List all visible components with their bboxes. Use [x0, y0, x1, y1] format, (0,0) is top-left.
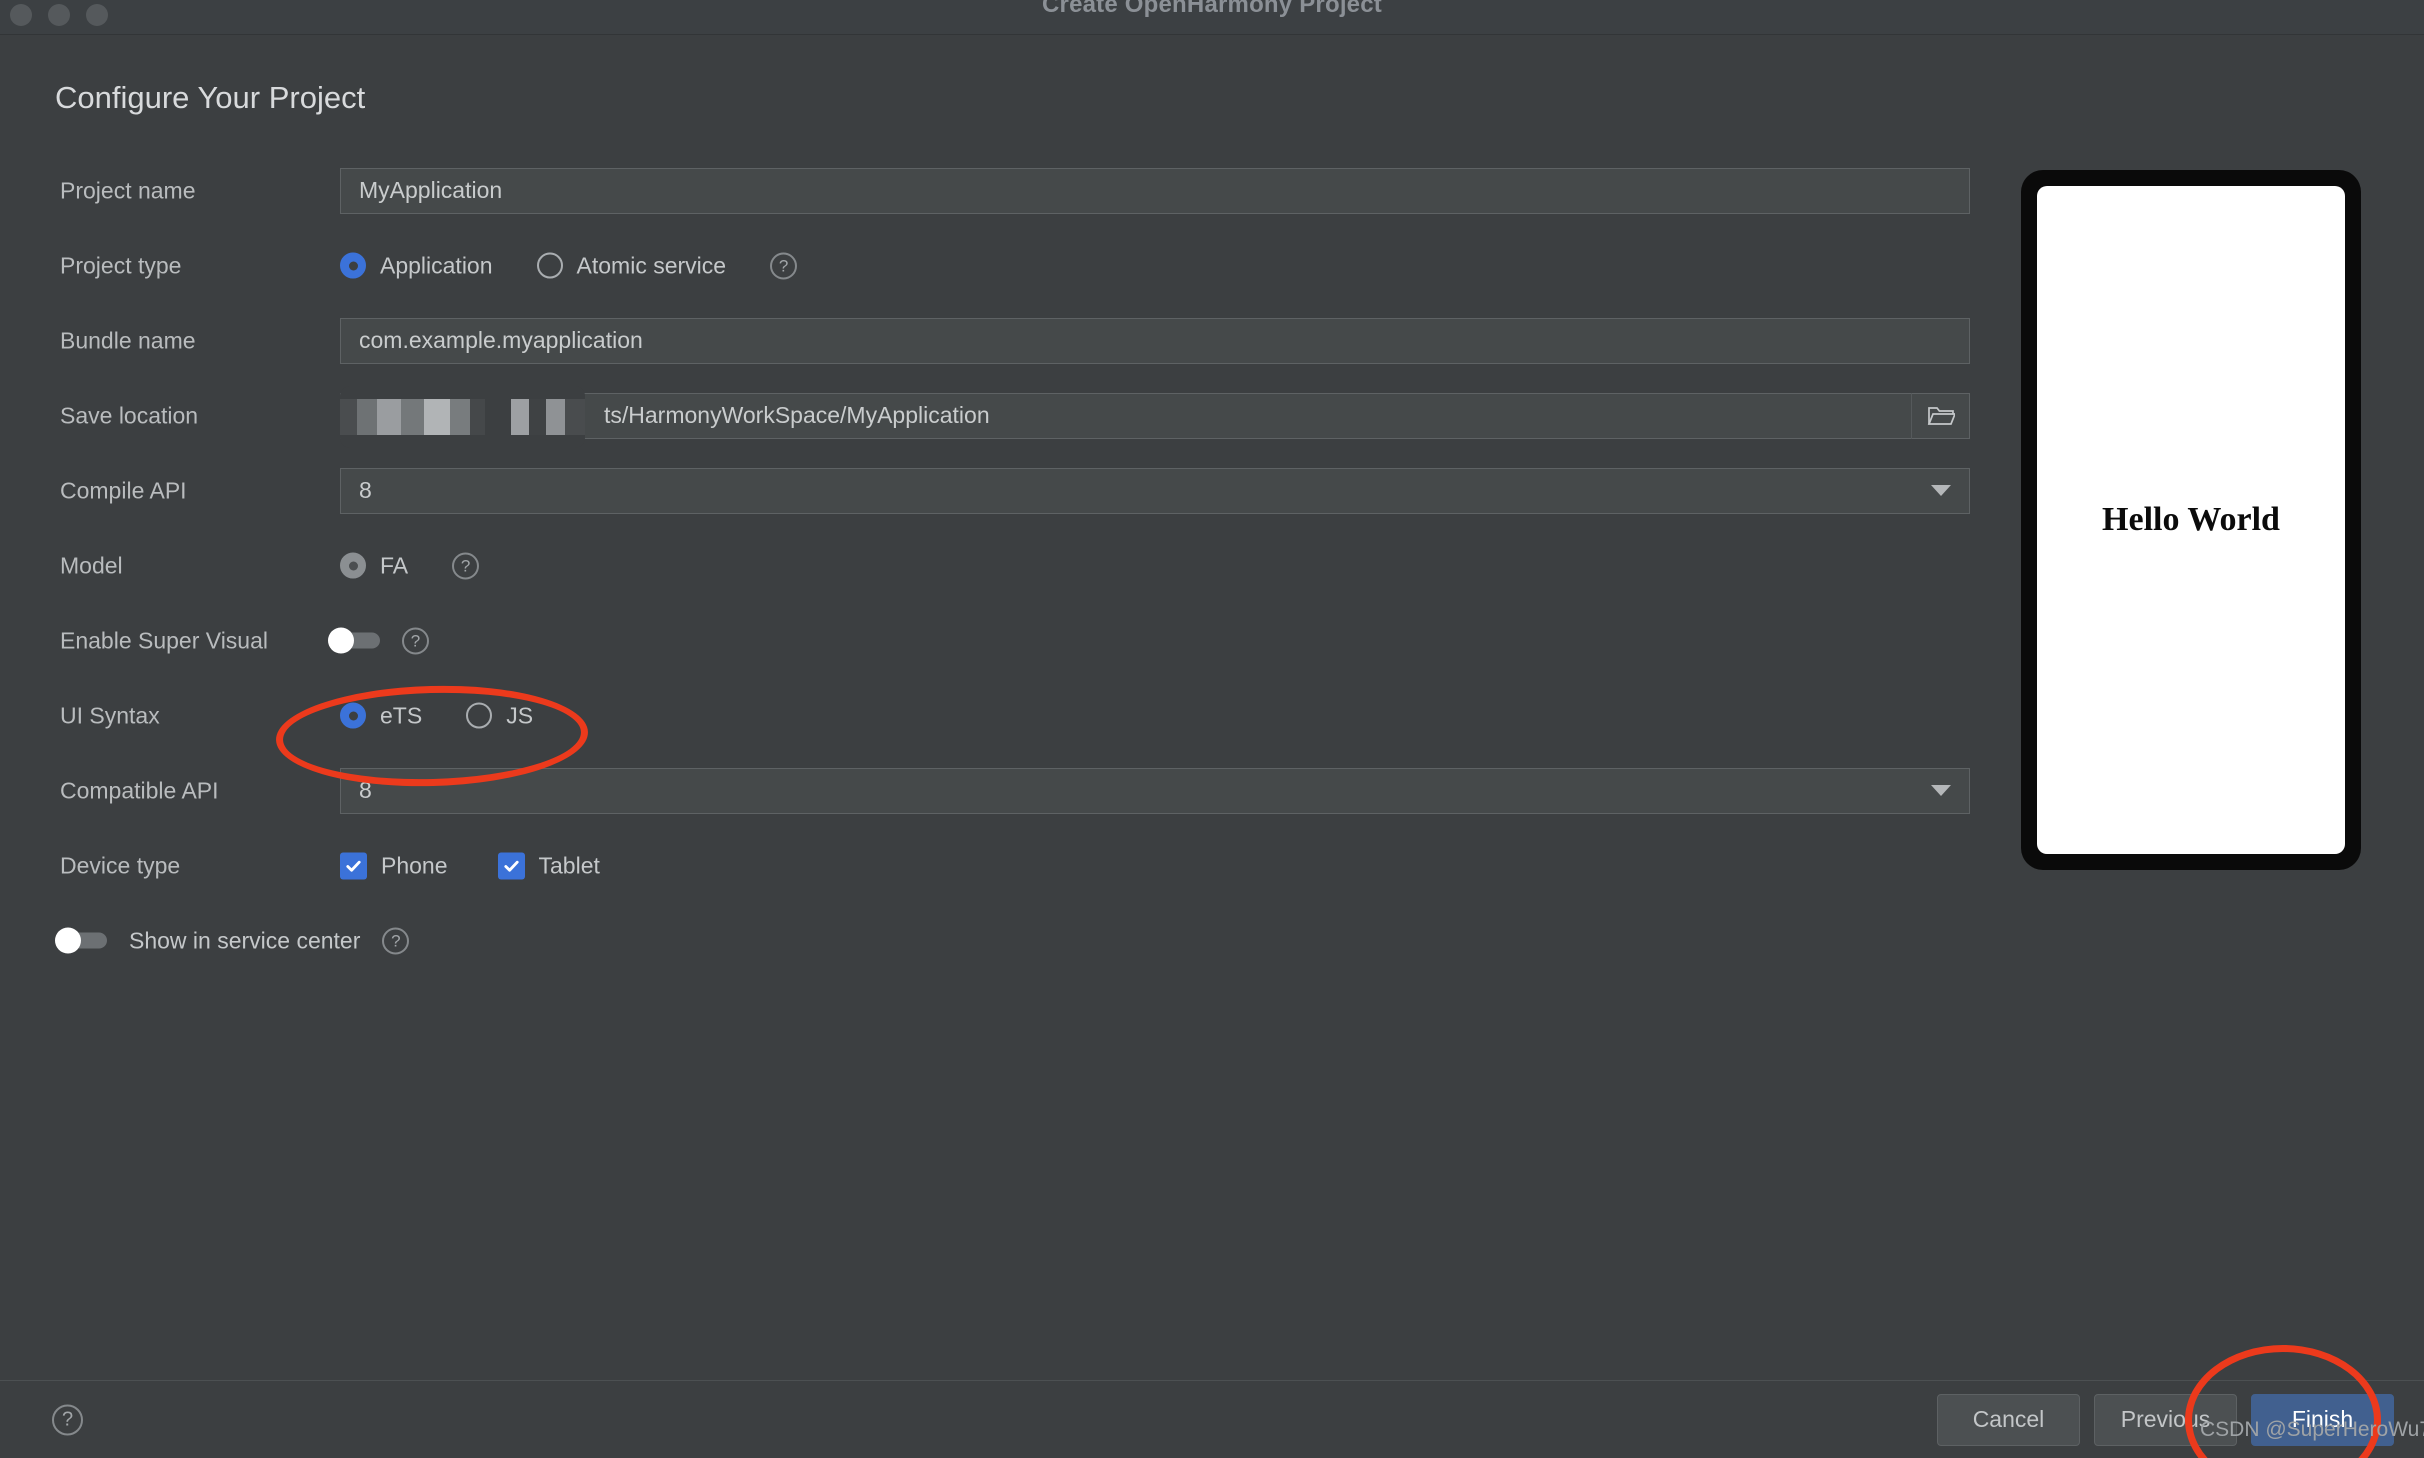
row-model: Model FA ?: [0, 528, 1970, 603]
radio-js-icon: [466, 702, 493, 729]
project-type-help-icon[interactable]: ?: [770, 252, 798, 279]
radio-atomic-service[interactable]: Atomic service: [536, 252, 727, 279]
model-label: Model: [60, 552, 123, 578]
enable-super-visual-label: Enable Super Visual: [60, 627, 268, 653]
ui-syntax-radio-group: eTS JS: [340, 702, 577, 729]
checkbox-phone[interactable]: Phone: [340, 852, 448, 879]
page-title: Configure Your Project: [55, 80, 366, 115]
enable-super-visual-toggle[interactable]: [328, 627, 380, 654]
window-title: Create OpenHarmony Project: [1042, 0, 1382, 18]
compile-api-control: 8: [340, 467, 1970, 514]
show-in-service-center-label: Show in service center: [129, 927, 361, 953]
show-in-service-center-help-icon[interactable]: ?: [382, 927, 410, 954]
create-project-dialog: Create OpenHarmony Project Configure You…: [0, 0, 2424, 1458]
compatible-api-label: Compatible API: [60, 777, 219, 803]
radio-fa[interactable]: FA: [340, 552, 408, 579]
row-compatible-api: Compatible API 8: [0, 753, 1970, 828]
checkbox-tablet-label: Tablet: [538, 852, 600, 878]
window-titlebar: Create OpenHarmony Project: [0, 0, 2424, 35]
save-location-input[interactable]: ts/HarmonyWorkSpace/MyApplication: [340, 385, 1970, 448]
show-in-service-center-toggle[interactable]: [55, 927, 107, 954]
radio-js-label: JS: [506, 702, 534, 728]
project-name-label: Project name: [60, 177, 196, 203]
chevron-down-icon: [1931, 485, 1951, 496]
radio-ets-icon: [340, 702, 366, 729]
bundle-name-control: com.example.myapplication: [340, 317, 1970, 364]
bundle-name-input[interactable]: com.example.myapplication: [340, 317, 1970, 364]
show-in-service-center-control: Show in service center ?: [55, 927, 410, 954]
checkbox-tablet[interactable]: Tablet: [497, 852, 600, 879]
save-location-label: Save location: [60, 402, 199, 428]
row-compile-api: Compile API 8: [0, 453, 1970, 528]
radio-application[interactable]: Application: [340, 252, 493, 279]
dialog-body: Configure Your Project Project name MyAp…: [0, 35, 2424, 1380]
project-type-control: Application Atomic service ?: [340, 252, 798, 279]
save-location-control: ts/HarmonyWorkSpace/MyApplication: [340, 385, 1970, 448]
toggle-knob: [328, 627, 354, 654]
compile-api-label: Compile API: [60, 477, 187, 503]
compatible-api-control: 8: [340, 767, 1970, 814]
project-name-control: MyApplication: [340, 167, 1970, 214]
checkbox-tablet-icon: [497, 852, 525, 879]
radio-js[interactable]: JS: [466, 702, 533, 729]
dialog-footer: ? Cancel Previous Finish: [0, 1380, 2424, 1458]
save-location-redaction: [340, 385, 585, 448]
radio-fa-icon: [340, 552, 366, 579]
row-project-type: Project type Application Atomic service …: [0, 228, 1970, 303]
radio-application-label: Application: [380, 252, 493, 278]
footer-help-icon[interactable]: ?: [52, 1404, 83, 1435]
ui-syntax-control: eTS JS: [340, 702, 577, 729]
project-name-input[interactable]: MyApplication: [340, 167, 1970, 214]
model-control: FA ?: [340, 552, 480, 579]
compile-api-value: 8: [359, 477, 372, 503]
device-preview: Hello World: [2021, 170, 2361, 870]
row-show-in-service-center: Show in service center ?: [0, 903, 1970, 978]
row-bundle-name: Bundle name com.example.myapplication: [0, 303, 1970, 378]
model-help-icon[interactable]: ?: [452, 552, 480, 579]
folder-open-icon[interactable]: [1911, 392, 1969, 439]
row-project-name: Project name MyApplication: [0, 153, 1970, 228]
row-ui-syntax: UI Syntax eTS JS: [0, 678, 1970, 753]
footer-button-group: Cancel Previous Finish: [1937, 1393, 2394, 1446]
project-type-radio-group: Application Atomic service ?: [340, 252, 798, 279]
device-type-label: Device type: [60, 852, 181, 878]
finish-button[interactable]: Finish: [2251, 1393, 2394, 1446]
preview-screen: Hello World: [2037, 186, 2345, 854]
radio-atomic-service-label: Atomic service: [576, 252, 727, 278]
checkbox-phone-icon: [340, 852, 367, 879]
ui-syntax-label: UI Syntax: [60, 702, 160, 728]
model-radio-group: FA ?: [340, 552, 480, 579]
radio-fa-label: FA: [380, 552, 409, 578]
project-type-label: Project type: [60, 252, 182, 278]
radio-atomic-service-icon: [536, 252, 563, 279]
bundle-name-label: Bundle name: [60, 327, 196, 353]
cancel-button[interactable]: Cancel: [1937, 1393, 2080, 1446]
checkbox-phone-label: Phone: [381, 852, 448, 878]
radio-ets[interactable]: eTS: [340, 702, 422, 729]
chevron-down-icon: [1931, 785, 1951, 796]
compile-api-select[interactable]: 8: [340, 467, 1970, 514]
enable-super-visual-help-icon[interactable]: ?: [402, 627, 429, 654]
previous-button[interactable]: Previous: [2094, 1393, 2237, 1446]
compatible-api-select[interactable]: 8: [340, 767, 1970, 814]
project-config-form: Project name MyApplication Project type …: [0, 153, 1970, 978]
radio-application-icon: [340, 252, 366, 279]
toggle-knob: [55, 927, 81, 954]
row-device-type: Device type Phone Tablet: [0, 828, 1970, 903]
enable-super-visual-control: ?: [328, 627, 429, 654]
device-type-control: Phone Tablet: [340, 852, 650, 879]
radio-ets-label: eTS: [380, 702, 423, 728]
compatible-api-value: 8: [359, 777, 372, 803]
preview-hello-text: Hello World: [2102, 501, 2280, 538]
row-save-location: Save location ts/HarmonyWorkSpace/MyAppl…: [0, 378, 1970, 453]
row-enable-super-visual: Enable Super Visual ?: [0, 603, 1970, 678]
